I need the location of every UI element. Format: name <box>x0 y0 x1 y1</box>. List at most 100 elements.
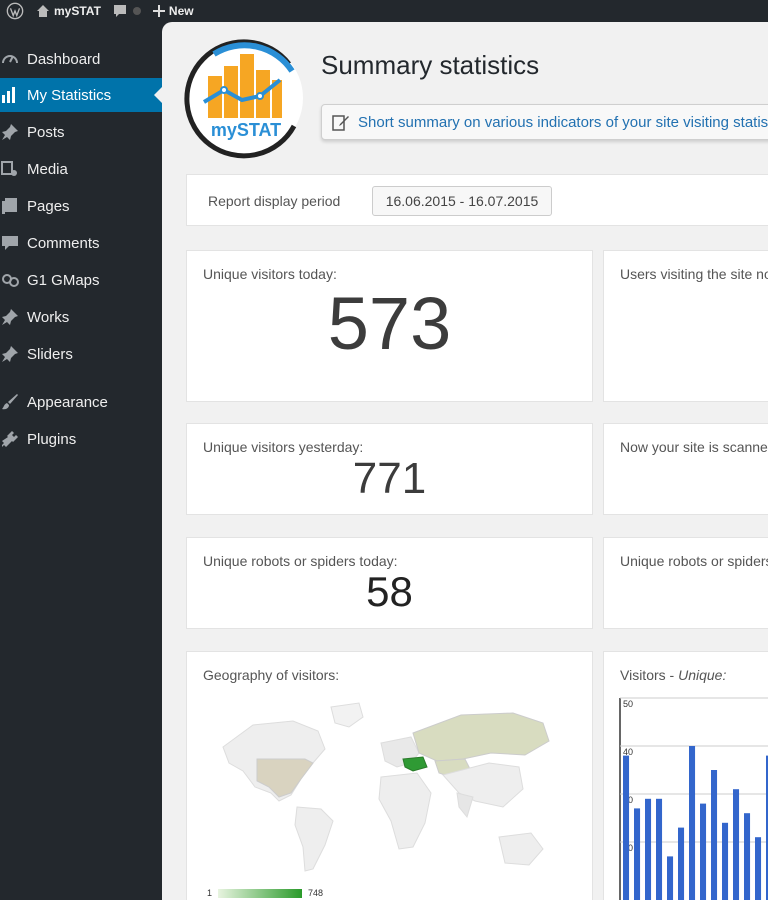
sidebar-item-label: Plugins <box>27 430 77 448</box>
admin-sidebar: Dashboard My Statistics Posts Media Page… <box>0 22 162 900</box>
chart-bar[interactable] <box>711 770 718 900</box>
visitors-bar-chart[interactable]: 50403020 <box>616 692 768 900</box>
sidebar-item-label: Comments <box>27 234 100 252</box>
sidebar-item-posts[interactable]: Posts <box>0 115 162 149</box>
geography-card: Geography of visitors: 1 748 <box>186 651 593 900</box>
pin-icon <box>0 300 22 334</box>
map-australia <box>498 832 544 866</box>
unique-robots-label: Unique robots or spiders <box>620 553 768 569</box>
sidebar-item-label: Media <box>27 160 68 178</box>
report-period-input[interactable]: 16.06.2015 - 16.07.2015 <box>372 186 552 216</box>
home-icon <box>37 5 49 17</box>
site-name: mySTAT <box>54 4 101 18</box>
unique-robots-card: Unique robots or spiders <box>603 537 768 629</box>
users-visiting-card: Users visiting the site now <box>603 250 768 402</box>
sidebar-item-g1-gmaps[interactable]: G1 GMaps <box>0 263 162 297</box>
comment-count-bubble <box>132 7 141 15</box>
report-period-panel: Report display period 16.06.2015 - 16.07… <box>186 174 768 226</box>
dashboard-icon <box>0 42 22 76</box>
sidebar-item-label: Posts <box>27 123 65 141</box>
chart-bar[interactable] <box>623 755 630 900</box>
sidebar-item-media[interactable]: Media <box>0 152 162 186</box>
chart-bar[interactable] <box>689 746 696 900</box>
pages-icon <box>0 189 22 223</box>
wordpress-logo-button[interactable] <box>0 0 30 22</box>
users-visiting-label: Users visiting the site now <box>620 266 768 282</box>
map-legend: 1 748 <box>207 888 323 898</box>
site-name-link[interactable]: mySTAT <box>30 0 107 22</box>
chart-bar[interactable] <box>634 808 641 900</box>
pin-icon <box>0 115 22 149</box>
sidebar-item-my-statistics[interactable]: My Statistics <box>0 78 162 112</box>
gmaps-icon <box>0 263 22 297</box>
geography-label: Geography of visitors: <box>203 667 340 683</box>
legend-gradient <box>218 888 303 898</box>
brush-icon <box>0 385 22 419</box>
unique-visitors-today-label: Unique visitors today: <box>203 266 337 282</box>
unique-visitors-yesterday-value: 771 <box>352 454 427 503</box>
main-content: mySTAT Summary statistics Short summary … <box>162 22 768 900</box>
page-title: Summary statistics <box>321 50 540 80</box>
unique-robots-today-label: Unique robots or spiders today: <box>203 553 398 569</box>
map-india <box>456 792 474 819</box>
new-label: New <box>168 4 194 18</box>
world-map[interactable] <box>213 697 563 882</box>
chart-y-tick-label: 50 <box>623 699 633 709</box>
plug-icon <box>0 422 22 456</box>
chart-bar[interactable] <box>645 798 652 900</box>
unique-visitors-yesterday-card: Unique visitors yesterday: 771 <box>186 423 593 515</box>
sidebar-item-label: Pages <box>27 197 70 215</box>
map-russia <box>412 712 550 762</box>
admin-bar: mySTAT New <box>0 0 768 22</box>
new-content-button[interactable]: New <box>147 0 200 22</box>
unique-robots-today-card: Unique robots or spiders today: 58 <box>186 537 593 629</box>
summary-note: Short summary on various indicators of y… <box>321 104 768 140</box>
summary-text: Short summary on various indicators of y… <box>358 113 768 131</box>
legend-max: 748 <box>308 888 324 898</box>
sidebar-item-dashboard[interactable]: Dashboard <box>0 42 162 76</box>
sidebar-item-label: Sliders <box>27 345 73 363</box>
chart-bar[interactable] <box>755 837 762 900</box>
comment-icon <box>0 226 22 260</box>
chart-bar[interactable] <box>733 789 740 900</box>
sidebar-item-label: G1 GMaps <box>27 271 100 289</box>
sidebar-item-sliders[interactable]: Sliders <box>0 337 162 371</box>
sidebar-item-appearance[interactable]: Appearance <box>0 385 162 419</box>
sidebar-item-label: Dashboard <box>27 50 101 68</box>
sidebar-item-comments[interactable]: Comments <box>0 226 162 260</box>
chart-bar[interactable] <box>722 822 729 900</box>
visitors-chart-label: Visitors - Unique: <box>620 667 727 683</box>
sidebar-item-label: Appearance <box>27 393 108 411</box>
chart-bar[interactable] <box>656 798 663 900</box>
chart-y-tick-label: 40 <box>623 747 633 757</box>
unique-visitors-today-card: Unique visitors today: 573 <box>186 250 593 402</box>
site-scanning-label: Now your site is scanned <box>620 439 768 455</box>
map-ukraine <box>402 756 428 772</box>
media-icon <box>0 152 22 186</box>
mystat-logo: mySTAT <box>184 39 303 159</box>
edit-note-icon <box>332 115 349 131</box>
unique-visitors-yesterday-label: Unique visitors yesterday: <box>203 439 364 455</box>
bar-chart-icon <box>0 78 22 112</box>
comments-link[interactable] <box>107 0 147 22</box>
map-africa <box>378 772 432 850</box>
map-greenland <box>330 702 364 728</box>
chart-bar[interactable] <box>700 803 707 900</box>
wordpress-icon <box>6 2 24 20</box>
legend-min: 1 <box>207 888 213 898</box>
sidebar-item-plugins[interactable]: Plugins <box>0 422 162 456</box>
chart-bar[interactable] <box>667 856 674 900</box>
sidebar-item-pages[interactable]: Pages <box>0 189 162 223</box>
svg-text:mySTAT: mySTAT <box>211 120 281 140</box>
unique-visitors-today-value: 573 <box>327 282 452 365</box>
sidebar-item-label: Works <box>27 308 70 326</box>
plus-icon <box>152 5 165 17</box>
map-south-america <box>294 806 334 872</box>
sidebar-item-label: My Statistics <box>27 86 112 104</box>
unique-robots-today-value: 58 <box>366 568 413 615</box>
sidebar-item-works[interactable]: Works <box>0 300 162 334</box>
visitors-unique-card: Visitors - Unique: 50403020 <box>603 651 768 900</box>
chart-bar[interactable] <box>744 813 751 900</box>
chart-bar[interactable] <box>678 827 685 900</box>
comment-icon <box>113 5 126 17</box>
